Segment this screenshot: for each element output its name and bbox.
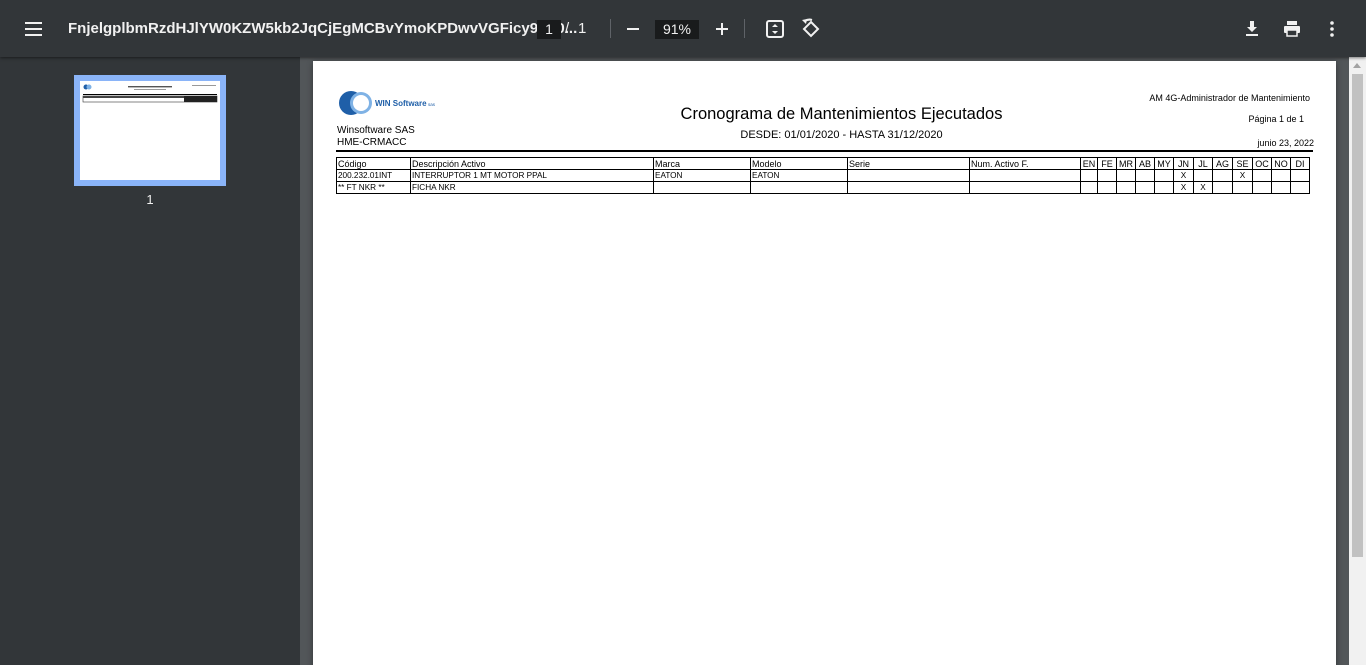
- table-cell: [969, 181, 1081, 194]
- month-cell: [1290, 169, 1310, 182]
- print-icon[interactable]: [1280, 17, 1304, 41]
- page-separator: /: [565, 20, 570, 37]
- pdf-toolbar: FnjelgplbmRzdHJlYW0KZW5kb2JqCjEgMCBvYmoK…: [0, 0, 1366, 57]
- column-header: Código: [336, 157, 411, 170]
- download-icon[interactable]: [1240, 17, 1264, 41]
- month-header: OC: [1252, 157, 1272, 170]
- page-total: 1: [578, 20, 587, 37]
- zoom-input[interactable]: 91%: [655, 20, 699, 39]
- month-cell: [1271, 181, 1291, 194]
- report-title: Cronograma de Mantenimientos Ejecutados: [680, 105, 1003, 123]
- toolbar-divider: [744, 19, 745, 38]
- month-cell: X: [1232, 169, 1253, 182]
- month-header: NO: [1271, 157, 1291, 170]
- page-thumbnail[interactable]: [74, 75, 226, 186]
- month-cell: [1212, 169, 1233, 182]
- column-header: Marca: [653, 157, 751, 170]
- maintenance-table: Código Descripción Activo Marca Modelo S…: [336, 157, 1310, 194]
- month-cell: X: [1193, 181, 1213, 194]
- month-cell: [1154, 181, 1174, 194]
- column-header: Num. Activo F.: [969, 157, 1081, 170]
- month-header: JL: [1193, 157, 1213, 170]
- month-header: JN: [1173, 157, 1194, 170]
- column-header: Modelo: [750, 157, 848, 170]
- table-cell: [969, 169, 1081, 182]
- month-cell: [1212, 181, 1233, 194]
- more-vert-icon[interactable]: [1320, 17, 1344, 41]
- month-cell: [1252, 181, 1272, 194]
- rotate-icon[interactable]: [799, 17, 823, 41]
- month-cell: X: [1173, 169, 1194, 182]
- table-cell: [847, 169, 970, 182]
- table-cell: [847, 181, 970, 194]
- column-header: Serie: [847, 157, 970, 170]
- scroll-up-icon[interactable]: [1353, 63, 1361, 68]
- month-header: SE: [1232, 157, 1253, 170]
- scrollbar-thumb[interactable]: [1352, 74, 1363, 557]
- page-number-input[interactable]: 1: [537, 20, 561, 39]
- table-cell: INTERRUPTOR 1 MT MOTOR PPAL: [410, 169, 654, 182]
- toolbar-divider: [610, 19, 611, 38]
- zoom-in-icon[interactable]: [710, 17, 734, 41]
- month-cell: [1080, 181, 1098, 194]
- month-cell: [1232, 181, 1253, 194]
- page-indicator: Página 1 de 1: [1248, 114, 1304, 124]
- month-cell: [1116, 181, 1136, 194]
- column-header: Descripción Activo: [410, 157, 654, 170]
- document-viewer[interactable]: WIN Software sas Winsoftware SAS HME-CRM…: [300, 57, 1349, 665]
- thumbnail-page: [80, 81, 220, 180]
- table-header-row: Código Descripción Activo Marca Modelo S…: [336, 157, 1310, 170]
- month-cell: [1252, 169, 1272, 182]
- table-row: ** FT NKR ** FICHA NKR X X: [336, 181, 1310, 194]
- application-name: AM 4G-Administrador de Mantenimiento: [1149, 93, 1310, 103]
- thumbnail-sidebar: 1: [0, 57, 300, 665]
- month-header: AG: [1212, 157, 1233, 170]
- month-cell: [1271, 169, 1291, 182]
- month-cell: [1097, 181, 1117, 194]
- document-title: FnjelgplbmRzdHJlYW0KZW5kb2JqCjEgMCBvYmoK…: [68, 20, 578, 37]
- report-date: junio 23, 2022: [1257, 138, 1314, 148]
- month-header: DI: [1290, 157, 1310, 170]
- fit-page-icon[interactable]: [763, 17, 787, 41]
- header-divider: [336, 150, 1313, 152]
- month-cell: [1135, 181, 1155, 194]
- month-cell: X: [1173, 181, 1194, 194]
- table-cell: [750, 181, 848, 194]
- table-cell: [653, 181, 751, 194]
- month-header: MR: [1116, 157, 1136, 170]
- month-header: FE: [1097, 157, 1117, 170]
- month-header: MY: [1154, 157, 1174, 170]
- vertical-scrollbar[interactable]: [1349, 57, 1366, 665]
- month-cell: [1135, 169, 1155, 182]
- month-header: AB: [1135, 157, 1155, 170]
- month-cell: [1080, 169, 1098, 182]
- menu-icon[interactable]: [22, 17, 46, 41]
- pdf-page: WIN Software sas Winsoftware SAS HME-CRM…: [313, 61, 1336, 665]
- table-cell: EATON: [653, 169, 751, 182]
- month-cell: [1116, 169, 1136, 182]
- table-cell: FICHA NKR: [410, 181, 654, 194]
- month-cell: [1193, 169, 1213, 182]
- thumbnail-page-label: 1: [146, 192, 154, 207]
- table-row: 200.232.01INT INTERRUPTOR 1 MT MOTOR PPA…: [336, 169, 1310, 182]
- table-cell: ** FT NKR **: [336, 181, 411, 194]
- month-cell: [1290, 181, 1310, 194]
- table-cell: EATON: [750, 169, 848, 182]
- table-cell: 200.232.01INT: [336, 169, 411, 182]
- month-header: EN: [1080, 157, 1098, 170]
- report-date-range: DESDE: 01/01/2020 - HASTA 31/12/2020: [740, 129, 943, 141]
- month-cell: [1154, 169, 1174, 182]
- month-cell: [1097, 169, 1117, 182]
- zoom-out-icon[interactable]: [621, 17, 645, 41]
